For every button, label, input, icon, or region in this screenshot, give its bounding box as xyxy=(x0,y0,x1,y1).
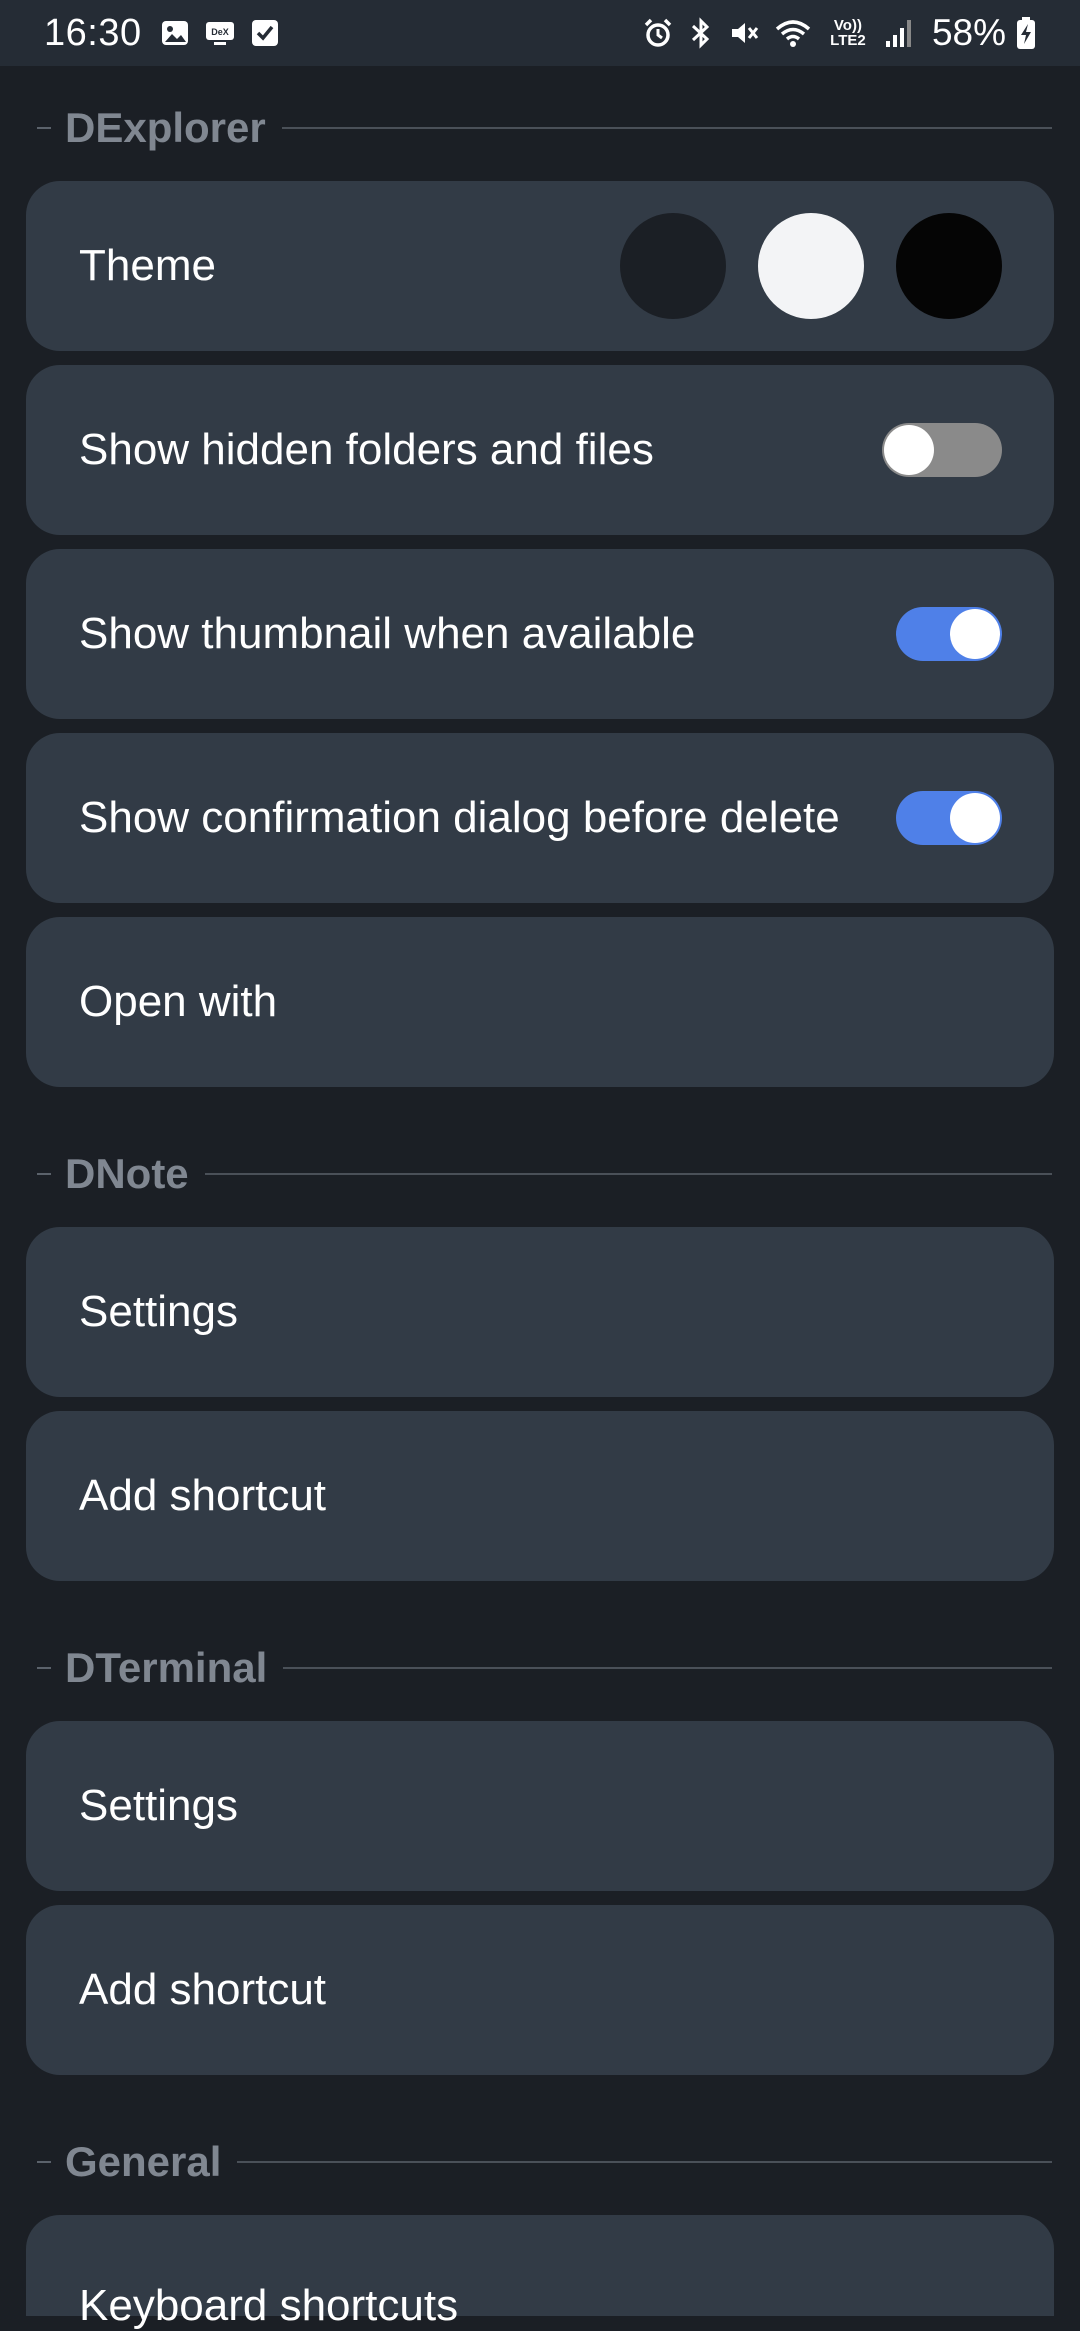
clock: 16:30 xyxy=(44,11,142,54)
svg-text:DeX: DeX xyxy=(211,27,229,37)
mute-icon xyxy=(728,17,760,49)
dnote-add-shortcut-row[interactable]: Add shortcut xyxy=(26,1411,1054,1581)
wifi-icon xyxy=(774,17,812,49)
divider xyxy=(237,2161,1052,2163)
signal-icon xyxy=(884,17,914,49)
keyboard-shortcuts-label: Keyboard shortcuts xyxy=(79,2281,459,2330)
section-header-dexplorer: DExplorer xyxy=(0,98,1080,158)
toggle-knob xyxy=(950,609,1000,659)
divider xyxy=(281,127,1052,129)
confirm-delete-toggle[interactable] xyxy=(896,791,1002,845)
section-header-dterminal: DTerminal xyxy=(0,1638,1080,1698)
battery-charging-icon xyxy=(1016,16,1036,50)
confirm-delete-row[interactable]: Show confirmation dialog before delete xyxy=(26,733,1054,903)
divider xyxy=(37,2161,51,2163)
divider xyxy=(37,1173,51,1175)
dex-icon: DeX xyxy=(204,18,236,48)
toggle-knob xyxy=(884,425,934,475)
theme-row: Theme xyxy=(26,181,1054,351)
thumbnail-label: Show thumbnail when available xyxy=(79,609,696,658)
open-with-row[interactable]: Open with xyxy=(26,917,1054,1087)
dnote-settings-row[interactable]: Settings xyxy=(26,1227,1054,1397)
hidden-files-row[interactable]: Show hidden folders and files xyxy=(26,365,1054,535)
section-title: DNote xyxy=(65,1150,189,1197)
divider xyxy=(37,127,51,129)
volte-icon: Vo)) LTE2 xyxy=(830,17,866,49)
checkbox-icon xyxy=(250,18,280,48)
theme-light-swatch[interactable] xyxy=(758,213,864,319)
dterminal-add-shortcut-row[interactable]: Add shortcut xyxy=(26,1905,1054,2075)
open-with-label: Open with xyxy=(79,977,278,1026)
dterminal-settings-label: Settings xyxy=(79,1781,238,1830)
bluetooth-icon xyxy=(688,17,714,49)
dterminal-settings-row[interactable]: Settings xyxy=(26,1721,1054,1891)
hidden-files-toggle[interactable] xyxy=(882,423,1002,477)
divider xyxy=(37,1667,51,1669)
section-header-general: General xyxy=(0,2132,1080,2192)
section-header-dnote: DNote xyxy=(0,1144,1080,1204)
divider xyxy=(204,1173,1052,1175)
status-bar: 16:30 DeX Vo)) LTE2 58% xyxy=(0,0,1080,66)
gallery-icon xyxy=(160,18,190,48)
hidden-files-label: Show hidden folders and files xyxy=(79,425,654,474)
section-title: DTerminal xyxy=(65,1644,268,1691)
dnote-settings-label: Settings xyxy=(79,1287,238,1336)
keyboard-shortcuts-row[interactable]: Keyboard shortcuts xyxy=(26,2215,1054,2330)
confirm-delete-label: Show confirmation dialog before delete xyxy=(79,793,840,842)
dterminal-add-shortcut-label: Add shortcut xyxy=(79,1965,327,2014)
alarm-icon xyxy=(642,17,674,49)
theme-black-swatch[interactable] xyxy=(896,213,1002,319)
theme-swatches xyxy=(620,213,1002,319)
toggle-knob xyxy=(950,793,1000,843)
dnote-add-shortcut-label: Add shortcut xyxy=(79,1471,327,1520)
battery-percent: 58% xyxy=(931,12,1006,53)
theme-dark-swatch[interactable] xyxy=(620,213,726,319)
divider xyxy=(283,1667,1052,1669)
thumbnail-toggle[interactable] xyxy=(896,607,1002,661)
section-title: General xyxy=(65,2138,222,2185)
thumbnail-row[interactable]: Show thumbnail when available xyxy=(26,549,1054,719)
theme-label: Theme xyxy=(79,241,216,290)
section-title: DExplorer xyxy=(65,104,266,151)
